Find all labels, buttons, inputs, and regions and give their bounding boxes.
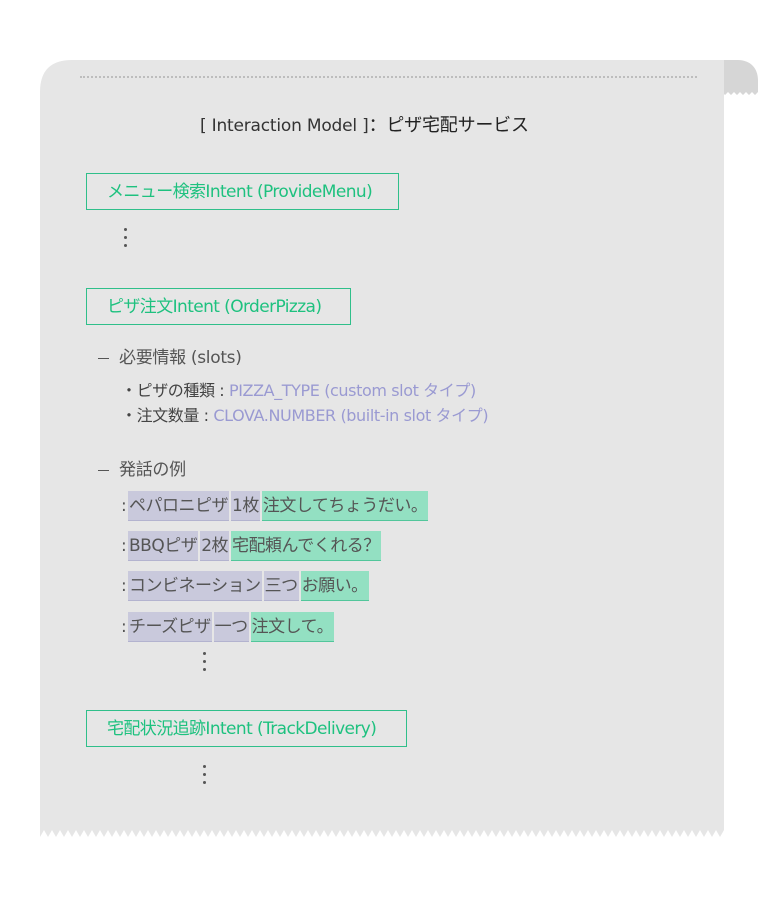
title-model-label: [ Interaction Model ]	[200, 116, 369, 136]
slot-value-pizza-type: チーズピザ	[128, 612, 212, 642]
utterance-carrier-phrase: 注文して。	[250, 612, 335, 642]
utterance-example: : BBQピザ 2枚 宅配頼んでくれる？	[121, 531, 381, 561]
utterance-colon: :	[121, 617, 127, 637]
slot-value-number: 三つ	[263, 571, 299, 601]
slot-value-number: 2枚	[200, 531, 230, 561]
title-colon: ：	[368, 115, 387, 136]
utterance-example: : チーズピザ 一つ 注文して。	[121, 612, 335, 642]
intent-provide-menu: メニュー検索Intent (ProvideMenu)	[86, 173, 399, 210]
examples-heading-text: 発話の例	[119, 460, 186, 480]
utterance-colon: :	[121, 496, 127, 516]
utterance-example: : ペパロニピザ 1枚 注文してちょうだい。	[121, 491, 429, 521]
slot-name: ・ピザの種類 :	[121, 381, 229, 400]
slot-value-pizza-type: ペパロニピザ	[128, 491, 229, 521]
paper-curl-shape	[724, 60, 758, 95]
slots-heading-text: 必要情報 (slots)	[119, 348, 242, 368]
vertical-ellipsis-icon	[124, 228, 128, 252]
slots-heading: 必要情報 (slots)	[98, 343, 242, 368]
utterance-colon: :	[121, 576, 127, 596]
intent-track-delivery: 宅配状況追跡Intent (TrackDelivery)	[86, 710, 407, 747]
slot-value-pizza-type: コンビネーション	[128, 571, 262, 601]
slot-item: ・ピザの種類 : PIZZA_TYPE (custom slot タイプ)	[121, 377, 476, 401]
utterance-carrier-phrase: 注文してちょうだい。	[261, 491, 429, 521]
dash-icon	[98, 469, 109, 471]
intent-order-pizza: ピザ注文Intent (OrderPizza)	[86, 288, 351, 325]
slot-value-number: 1枚	[231, 491, 260, 521]
slot-type: PIZZA_TYPE (custom slot タイプ)	[228, 381, 476, 400]
utterance-carrier-phrase: 宅配頼んでくれる？	[231, 531, 381, 561]
utterance-example: : コンビネーション 三つ お願い。	[121, 571, 369, 601]
utterance-carrier-phrase: お願い。	[300, 571, 369, 601]
slot-item: ・注文数量 : CLOVA.NUMBER (built-in slot タイプ)	[121, 402, 489, 426]
vertical-ellipsis-icon	[203, 765, 207, 789]
dash-icon	[98, 357, 109, 359]
slot-type: CLOVA.NUMBER (built-in slot タイプ)	[213, 406, 489, 425]
slot-value-number: 一つ	[213, 612, 249, 642]
vertical-ellipsis-icon	[203, 652, 207, 676]
slot-value-pizza-type: BBQピザ	[128, 531, 199, 561]
title-service: ピザ宅配サービス	[386, 115, 529, 136]
utterance-colon: :	[121, 536, 127, 556]
page-title: [ Interaction Model ]：ピザ宅配サービス	[200, 111, 529, 137]
slot-name: ・注文数量 :	[121, 406, 214, 425]
dotted-divider	[80, 76, 697, 78]
examples-heading: 発話の例	[98, 455, 186, 480]
